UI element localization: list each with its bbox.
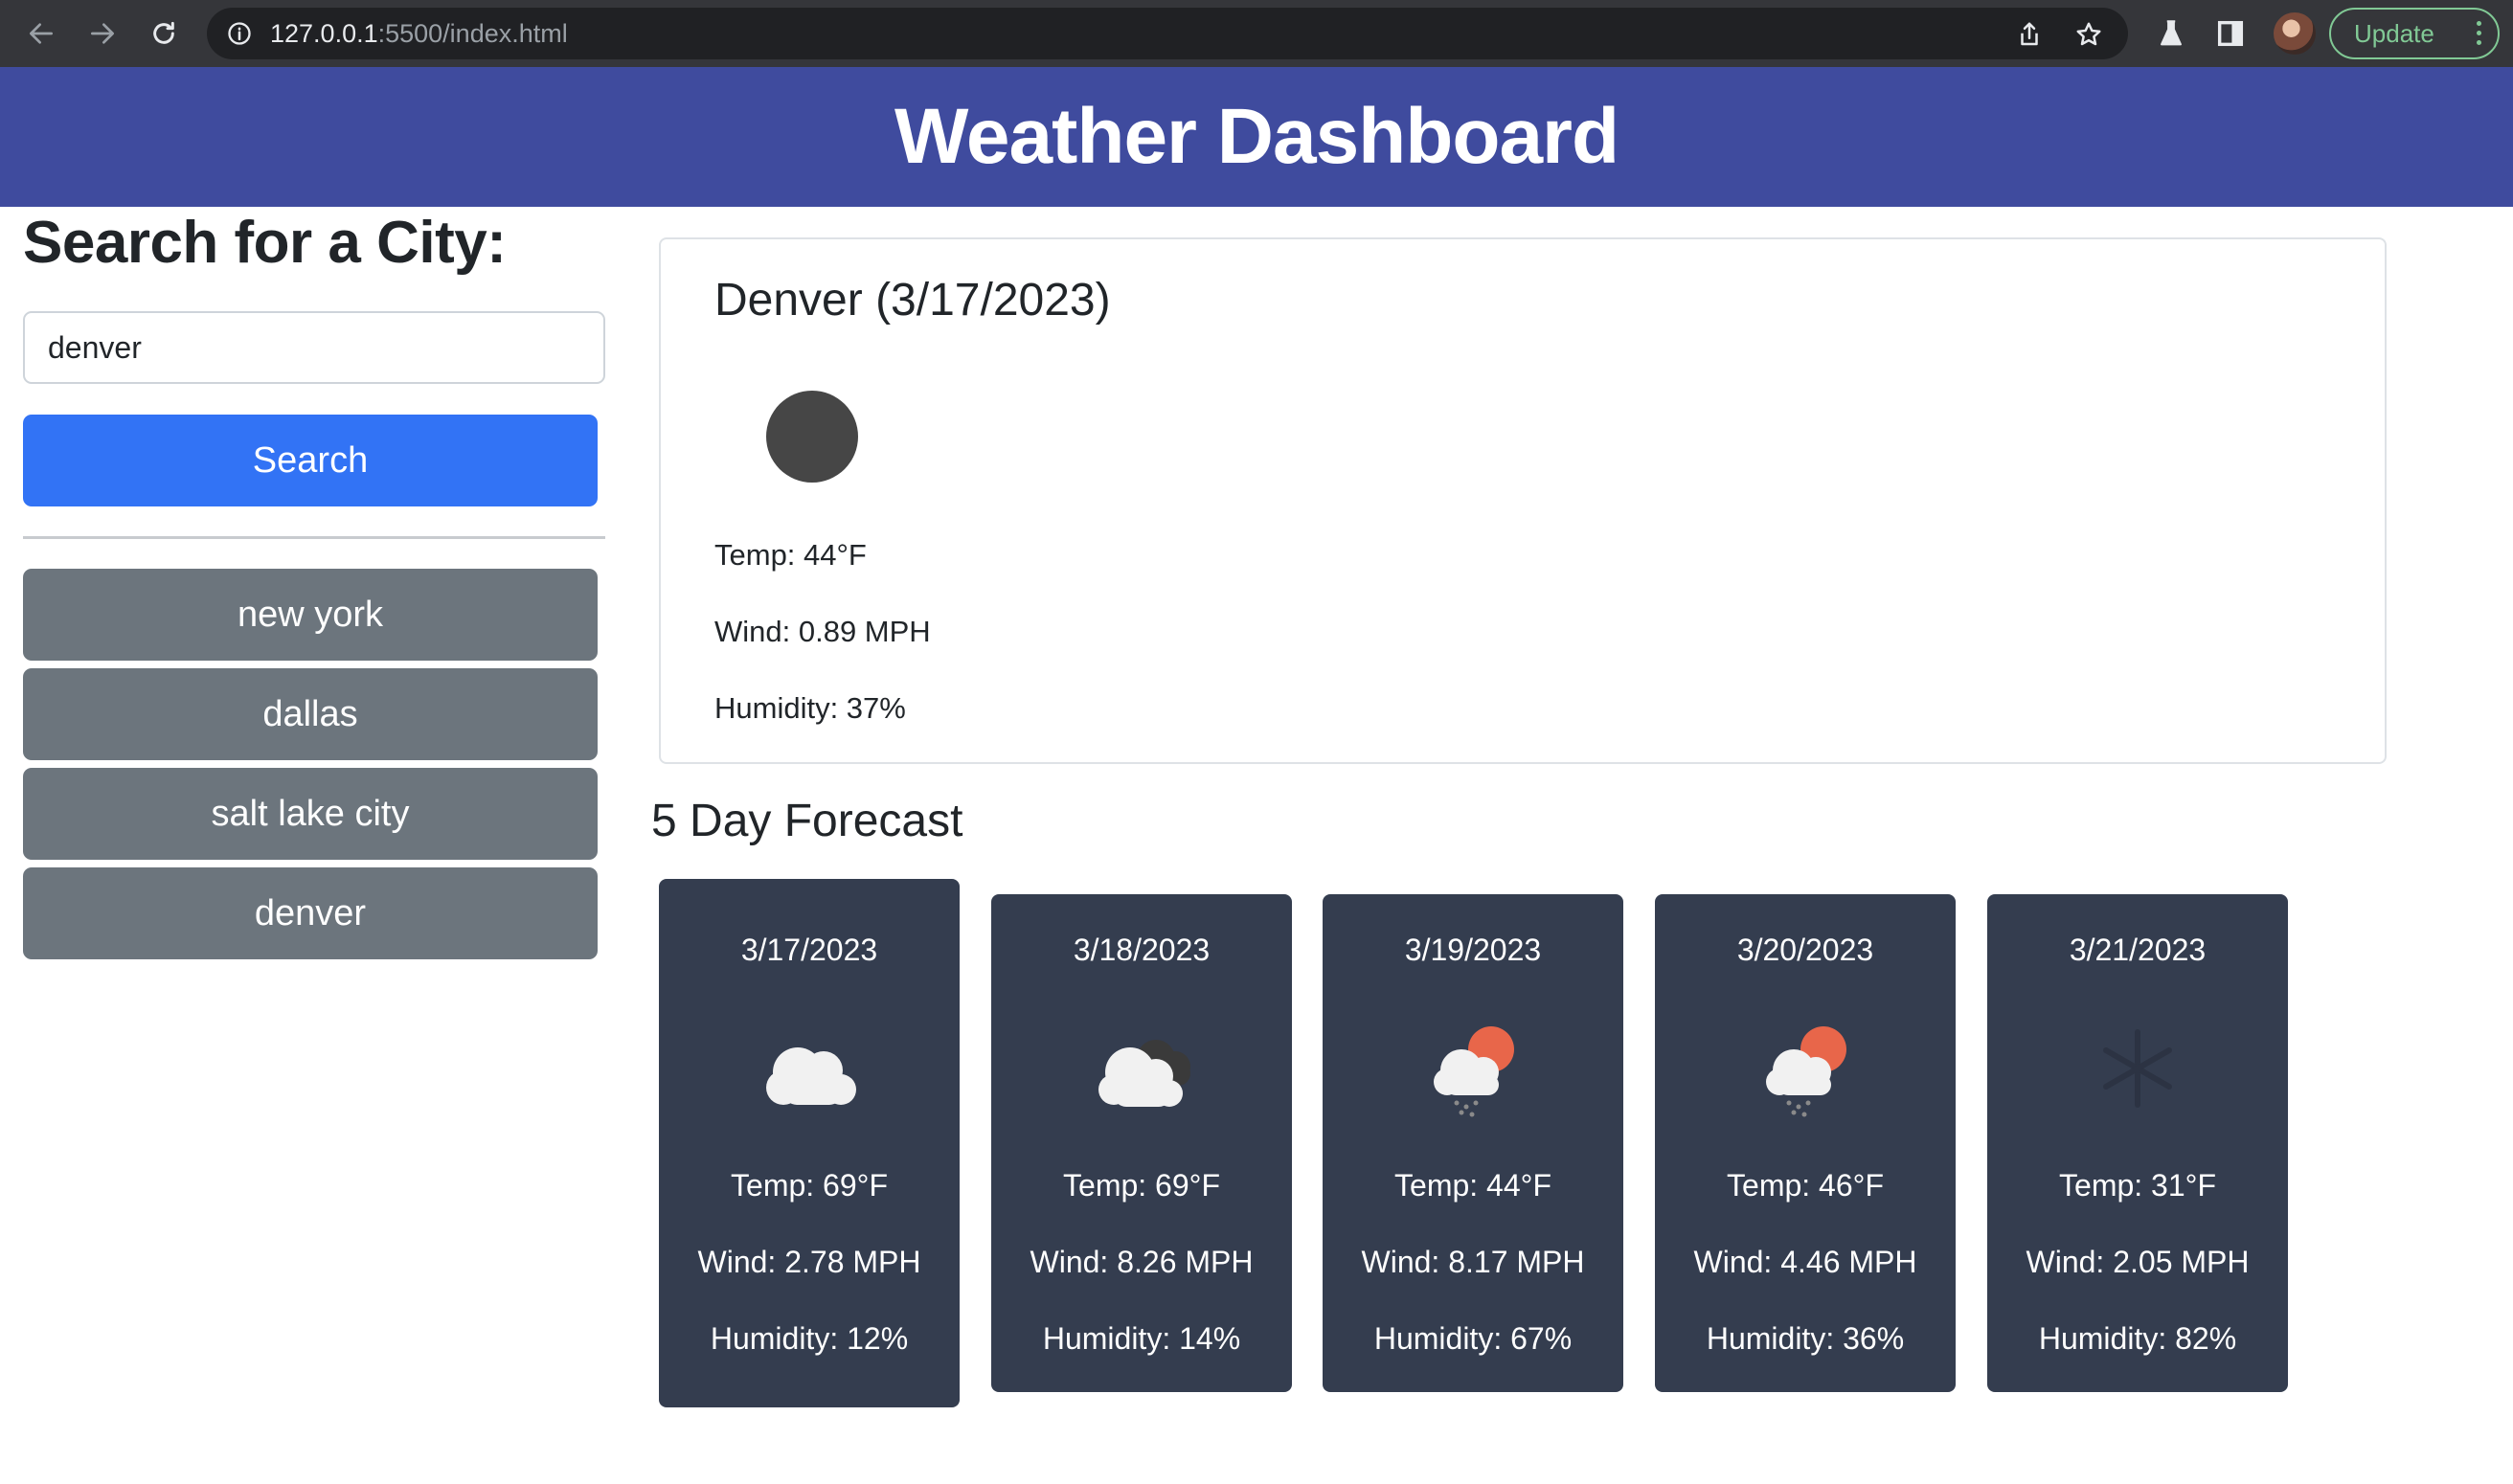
forecast-humidity: Humidity: 36% bbox=[1706, 1321, 1905, 1356]
sun-cloud-rain-icon bbox=[1766, 1026, 1846, 1117]
search-button[interactable]: Search bbox=[23, 415, 598, 506]
forecast-wind: Wind: 2.78 MPH bbox=[697, 1245, 921, 1279]
info-icon[interactable] bbox=[226, 20, 253, 47]
forecast-temp: Temp: 46°F bbox=[1727, 1168, 1884, 1203]
search-heading: Search for a City: bbox=[23, 210, 507, 276]
forecast-temp: Temp: 44°F bbox=[1394, 1168, 1551, 1203]
current-city-title: Denver (3/17/2023) bbox=[714, 275, 1111, 326]
current-temp: Temp: 44°F bbox=[714, 538, 867, 572]
update-button[interactable]: Update bbox=[2329, 8, 2500, 59]
page-header: Weather Dashboard bbox=[0, 67, 2513, 207]
address-bar[interactable]: 127.0.0.1:5500/index.html bbox=[207, 8, 2128, 59]
forecast-temp: Temp: 31°F bbox=[2059, 1168, 2216, 1203]
back-button[interactable] bbox=[21, 13, 61, 54]
forecast-wind: Wind: 4.46 MPH bbox=[1693, 1245, 1917, 1279]
forecast-wind: Wind: 8.17 MPH bbox=[1361, 1245, 1585, 1279]
page-title: Weather Dashboard bbox=[894, 93, 1619, 180]
update-label: Update bbox=[2354, 19, 2434, 48]
search-history-list: new york dallas salt lake city denver bbox=[23, 569, 598, 967]
city-search-input[interactable] bbox=[23, 311, 605, 384]
forecast-wind: Wind: 8.26 MPH bbox=[1030, 1245, 1254, 1279]
url-path: :5500/index.html bbox=[377, 19, 568, 48]
divider bbox=[23, 536, 605, 539]
forecast-temp: Temp: 69°F bbox=[731, 1168, 888, 1203]
arrow-right-icon bbox=[91, 23, 114, 44]
history-button-dallas[interactable]: dallas bbox=[23, 668, 598, 760]
reload-button[interactable] bbox=[144, 13, 184, 54]
current-humidity: Humidity: 37% bbox=[714, 691, 906, 725]
star-icon[interactable] bbox=[2074, 20, 2103, 49]
forecast-card: 3/21/2023 Temp: 31°F Wind: 2.05 MPH Humi… bbox=[1987, 894, 2288, 1392]
labs-flask-icon[interactable] bbox=[2155, 17, 2187, 50]
forward-button[interactable] bbox=[82, 13, 123, 54]
history-button-new-york[interactable]: new york bbox=[23, 569, 598, 661]
broken-clouds-icon bbox=[1098, 1040, 1190, 1107]
forecast-humidity: Humidity: 12% bbox=[710, 1321, 909, 1356]
url-text[interactable]: 127.0.0.1:5500/index.html bbox=[270, 8, 568, 59]
forecast-card: 3/19/2023 Temp: 44°F Wind: 8.17 MPH Humi… bbox=[1323, 894, 1623, 1392]
forecast-humidity: Humidity: 14% bbox=[1042, 1321, 1241, 1356]
snowflake-icon bbox=[2103, 1029, 2172, 1108]
forecast-card: 3/18/2023 Temp: 69°F Wind: 8.26 MPH Humi… bbox=[991, 894, 1292, 1392]
current-wind: Wind: 0.89 MPH bbox=[714, 615, 931, 648]
forecast-card: 3/17/2023 Temp: 69°F Wind: 2.78 MPH Humi… bbox=[659, 879, 960, 1407]
forecast-heading: 5 Day Forecast bbox=[651, 796, 963, 846]
forecast-wind: Wind: 2.05 MPH bbox=[2026, 1245, 2250, 1279]
dark-circle-icon bbox=[766, 391, 858, 483]
history-button-denver[interactable]: denver bbox=[23, 867, 598, 959]
browser-toolbar: 127.0.0.1:5500/index.html Update bbox=[0, 0, 2513, 67]
forecast-temp: Temp: 69°F bbox=[1063, 1168, 1220, 1203]
reload-icon bbox=[153, 21, 174, 44]
share-icon[interactable] bbox=[2015, 20, 2044, 49]
url-host: 127.0.0.1 bbox=[270, 19, 378, 48]
profile-avatar[interactable] bbox=[2274, 12, 2316, 55]
history-button-salt-lake-city[interactable]: salt lake city bbox=[23, 768, 598, 860]
forecast-date: 3/19/2023 bbox=[1404, 933, 1542, 967]
forecast-date: 3/21/2023 bbox=[2069, 933, 2207, 967]
arrow-left-icon bbox=[30, 23, 53, 44]
forecast-date: 3/20/2023 bbox=[1736, 933, 1874, 967]
forecast-date: 3/18/2023 bbox=[1073, 933, 1211, 967]
sun-cloud-rain-icon bbox=[1434, 1026, 1514, 1117]
current-weather-card: Denver (3/17/2023) Temp: 44°F Wind: 0.89… bbox=[659, 237, 2387, 764]
side-panel-icon[interactable] bbox=[2214, 17, 2247, 50]
forecast-humidity: Humidity: 67% bbox=[1373, 1321, 1573, 1356]
forecast-date: 3/17/2023 bbox=[740, 933, 878, 967]
forecast-card: 3/20/2023 Temp: 46°F Wind: 4.46 MPH Humi… bbox=[1655, 894, 1956, 1392]
forecast-humidity: Humidity: 82% bbox=[2038, 1321, 2237, 1356]
kebab-menu-icon bbox=[2477, 21, 2482, 46]
cloud-icon bbox=[766, 1047, 856, 1105]
